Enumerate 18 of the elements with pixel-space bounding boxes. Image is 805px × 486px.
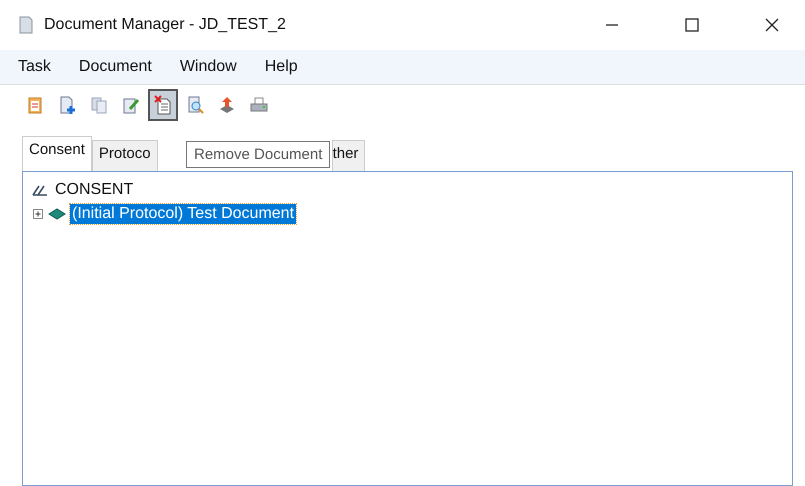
maximize-icon[interactable] xyxy=(685,18,699,32)
menu-item[interactable]: Document xyxy=(78,58,152,76)
tree-item[interactable]: CONSENT xyxy=(53,180,136,200)
tree-item[interactable]: (Initial Protocol) Test Document xyxy=(70,204,296,224)
tab[interactable]: Consent xyxy=(22,136,92,171)
tab[interactable]: ther xyxy=(332,140,366,171)
close-icon[interactable] xyxy=(765,18,779,32)
tooltip: Remove Document xyxy=(186,141,330,168)
menu-item[interactable]: Task xyxy=(18,58,51,76)
remove-button[interactable] xyxy=(148,89,178,121)
menu-item[interactable]: Help xyxy=(264,58,298,76)
window-title: Document Manager - JD_TEST_2 xyxy=(44,16,286,34)
expand-icon[interactable] xyxy=(33,208,44,220)
copy-icon xyxy=(89,95,109,115)
menu-item[interactable]: Window xyxy=(180,58,237,76)
document-icon xyxy=(18,16,34,34)
tab[interactable]: Protoco xyxy=(92,140,158,171)
document-remove-icon xyxy=(153,95,173,115)
